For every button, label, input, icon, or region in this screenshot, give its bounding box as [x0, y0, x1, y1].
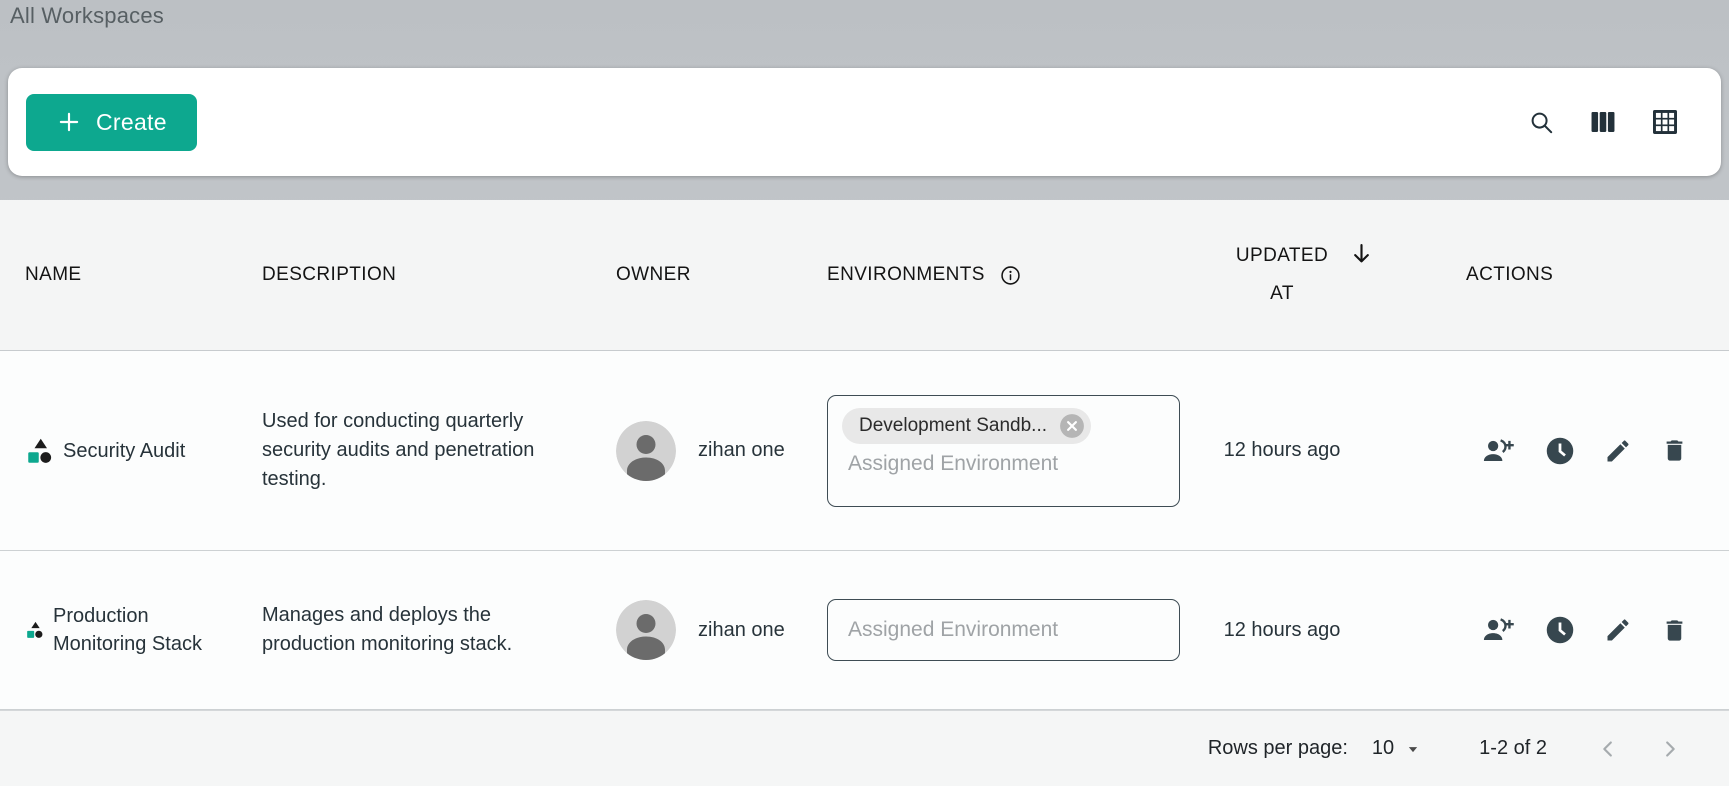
header-name: NAME: [0, 200, 246, 350]
next-page-icon[interactable]: [1657, 736, 1683, 762]
page-range-label: 1-2 of 2: [1479, 737, 1547, 760]
rows-per-page-select[interactable]: 10: [1372, 737, 1423, 760]
owner-cell: zihan one: [600, 551, 809, 709]
workspace-description-cell: Used for conducting quarterly security a…: [246, 351, 600, 550]
toolbar-card: Create: [8, 68, 1721, 176]
view-column-icon[interactable]: [1587, 106, 1619, 138]
environments-cell: Assigned Environment: [809, 551, 1180, 709]
actions-cell: [1384, 551, 1729, 709]
environment-chip[interactable]: Development Sandb...: [842, 408, 1091, 444]
assigned-environment-input[interactable]: Development Sandb... Assigned Environmen…: [827, 395, 1180, 507]
updated-at-value: 12 hours ago: [1180, 439, 1384, 462]
workspace-description: Manages and deploys the production monit…: [262, 601, 542, 659]
header-description: DESCRIPTION: [246, 200, 600, 350]
caret-down-icon: [1403, 739, 1423, 759]
previous-page-icon[interactable]: [1595, 736, 1621, 762]
workspaces-table: NAME DESCRIPTION OWNER ENVIRONMENTS UPDA…: [0, 200, 1729, 786]
rows-per-page-label: Rows per page:: [1208, 737, 1348, 760]
assigned-environment-input[interactable]: Assigned Environment: [827, 599, 1180, 661]
create-button-label: Create: [96, 109, 167, 136]
header-updated-at[interactable]: UPDATED AT: [1180, 200, 1384, 350]
history-icon[interactable]: [1545, 436, 1575, 466]
table-row: Security Audit Used for conducting quart…: [0, 351, 1729, 551]
page-title: All Workspaces: [10, 3, 164, 29]
environment-placeholder: Assigned Environment: [842, 452, 1165, 476]
workspace-name-cell: Production Monitoring Stack: [0, 551, 246, 709]
delete-icon[interactable]: [1661, 617, 1688, 644]
edit-icon[interactable]: [1604, 616, 1632, 644]
actions-cell: [1384, 351, 1729, 550]
workspace-name: Security Audit: [63, 437, 185, 465]
workspace-name: Production Monitoring Stack: [53, 602, 223, 658]
avatar: [616, 600, 676, 660]
header-environments-label: ENVIRONMENTS: [827, 264, 985, 286]
workspace-icon: [25, 620, 45, 640]
info-icon[interactable]: [999, 264, 1022, 287]
create-button[interactable]: Create: [26, 94, 197, 151]
toolbar-icon-group: [1525, 106, 1681, 138]
header-updated-at-label: UPDATED AT: [1236, 245, 1328, 304]
add-user-icon[interactable]: [1480, 436, 1516, 466]
history-icon[interactable]: [1545, 615, 1575, 645]
table-header-row: NAME DESCRIPTION OWNER ENVIRONMENTS UPDA…: [0, 200, 1729, 351]
owner-name: zihan one: [698, 439, 785, 462]
avatar: [616, 421, 676, 481]
chip-close-icon[interactable]: [1059, 413, 1085, 439]
owner-name: zihan one: [698, 619, 785, 642]
workspace-name-cell: Security Audit: [0, 351, 246, 550]
environments-cell: Development Sandb... Assigned Environmen…: [809, 351, 1180, 550]
add-user-icon[interactable]: [1480, 615, 1516, 645]
plus-icon: [56, 109, 82, 135]
updated-at-cell: 12 hours ago: [1180, 351, 1384, 550]
updated-at-cell: 12 hours ago: [1180, 551, 1384, 709]
updated-at-value: 12 hours ago: [1180, 619, 1384, 642]
environment-placeholder: Assigned Environment: [842, 618, 1165, 642]
header-owner: OWNER: [600, 200, 809, 350]
environment-chip-label: Development Sandb...: [859, 415, 1047, 437]
rows-per-page-value: 10: [1372, 737, 1394, 760]
header-environments: ENVIRONMENTS: [809, 200, 1180, 350]
owner-cell: zihan one: [600, 351, 809, 550]
edit-icon[interactable]: [1604, 437, 1632, 465]
workspace-description-cell: Manages and deploys the production monit…: [246, 551, 600, 709]
workspace-description: Used for conducting quarterly security a…: [262, 407, 542, 494]
table-row: Production Monitoring Stack Manages and …: [0, 551, 1729, 710]
pagination-bar: Rows per page: 10 1-2 of 2: [0, 710, 1729, 786]
search-icon[interactable]: [1525, 106, 1557, 138]
workspace-icon: [25, 436, 55, 466]
header-actions: ACTIONS: [1384, 200, 1729, 350]
delete-icon[interactable]: [1661, 437, 1688, 464]
sort-descending-icon: [1348, 240, 1375, 267]
grid-view-icon[interactable]: [1649, 106, 1681, 138]
